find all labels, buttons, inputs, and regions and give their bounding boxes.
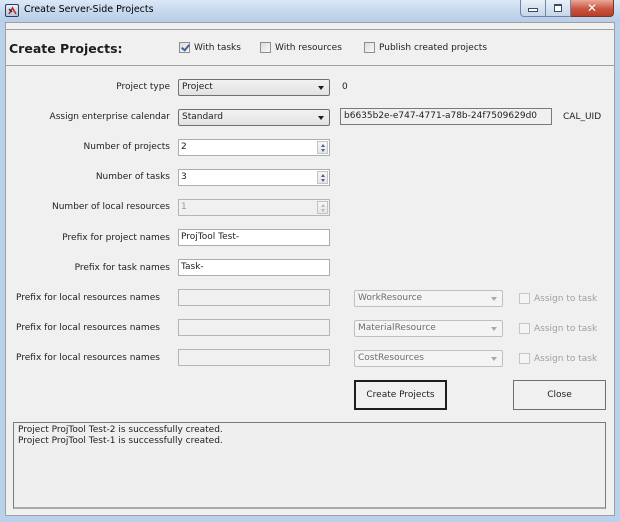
work-resource-prefix-input[interactable] (178, 289, 330, 306)
chevron-down-icon (318, 116, 324, 120)
calendar-value: Standard (182, 112, 223, 122)
close-button[interactable]: Close (513, 380, 606, 410)
resource-type-value: WorkResource (358, 293, 423, 303)
checkbox-box[interactable] (260, 42, 271, 53)
checkbox-box[interactable] (179, 42, 190, 53)
output-log[interactable]: Project ProjTool Test-2 is successfully … (13, 422, 606, 509)
cost-resource-type-select[interactable]: CostResources (354, 350, 503, 367)
cost-assign-checkbox[interactable]: Assign to task (519, 353, 597, 364)
project-prefix-input[interactable]: ProjTool Test- (178, 229, 330, 246)
chevron-down-icon (491, 357, 497, 361)
section-title: Create Projects: (9, 41, 123, 56)
num-local-resources-value: 1 (181, 202, 187, 212)
checkbox-label: Assign to task (534, 323, 598, 334)
with-tasks-checkbox[interactable]: With tasks (179, 42, 241, 53)
maximize-button[interactable] (546, 0, 571, 17)
calendar-select[interactable]: Standard (178, 109, 330, 126)
project-type-code: 0 (342, 82, 348, 92)
spin-down-icon[interactable] (321, 179, 325, 182)
app-icon[interactable] (5, 4, 19, 17)
project-type-label: Project type (116, 82, 170, 92)
resource-type-value: CostResources (358, 353, 424, 363)
publish-projects-checkbox[interactable]: Publish created projects (364, 42, 487, 53)
dialog-body: Create Projects: With tasks With resourc… (5, 22, 615, 516)
material-resource-type-select[interactable]: MaterialResource (354, 320, 503, 337)
calendar-label: Assign enterprise calendar (49, 112, 170, 122)
work-assign-checkbox[interactable]: Assign to task (519, 293, 597, 304)
resource-prefix-label: Prefix for local resources names (16, 353, 160, 363)
close-window-button[interactable]: ✕ (571, 0, 614, 17)
minimize-icon (528, 8, 538, 12)
checkbox-box[interactable] (519, 353, 530, 364)
num-projects-value: 2 (181, 142, 187, 152)
checkbox-label: Assign to task (534, 353, 598, 364)
material-assign-checkbox[interactable]: Assign to task (519, 323, 597, 334)
checkbox-box[interactable] (519, 323, 530, 334)
title-bar[interactable]: Create Server-Side Projects ✕ (0, 0, 620, 22)
with-resources-checkbox[interactable]: With resources (260, 42, 342, 53)
cost-resource-prefix-input[interactable] (178, 349, 330, 366)
material-resource-prefix-input[interactable] (178, 319, 330, 336)
minimize-button[interactable] (520, 0, 546, 17)
chevron-down-icon (491, 327, 497, 331)
task-prefix-input[interactable]: Task- (178, 259, 330, 276)
work-resource-type-select[interactable]: WorkResource (354, 290, 503, 307)
maximize-icon (554, 4, 562, 12)
spin-up-icon[interactable] (321, 204, 325, 207)
spin-up-icon[interactable] (321, 144, 325, 147)
task-prefix-label: Prefix for task names (74, 263, 170, 273)
spinner-buttons[interactable] (317, 201, 328, 214)
close-icon: ✕ (586, 1, 598, 15)
resource-prefix-label: Prefix for local resources names (16, 323, 160, 333)
options-bar: Create Projects: With tasks With resourc… (6, 30, 614, 66)
window-controls: ✕ (520, 0, 614, 17)
project-type-value: Project (182, 82, 213, 92)
checkbox-box[interactable] (364, 42, 375, 53)
spinner-buttons[interactable] (317, 141, 328, 154)
num-projects-spinner[interactable]: 2 (178, 139, 330, 156)
project-prefix-label: Prefix for project names (62, 233, 170, 243)
spinner-buttons[interactable] (317, 171, 328, 184)
window-title: Create Server-Side Projects (24, 4, 154, 15)
num-local-resources-spinner[interactable]: 1 (178, 199, 330, 216)
resource-prefix-label: Prefix for local resources names (16, 293, 160, 303)
checkbox-box[interactable] (519, 293, 530, 304)
resource-type-value: MaterialResource (358, 323, 436, 333)
log-line: Project ProjTool Test-2 is successfully … (18, 425, 223, 435)
checkbox-label: Publish created projects (379, 42, 488, 53)
num-projects-label: Number of projects (83, 142, 170, 152)
chevron-down-icon (318, 86, 324, 90)
spin-down-icon[interactable] (321, 209, 325, 212)
cal-uid-label: CAL_UID (563, 112, 602, 122)
num-tasks-value: 3 (181, 172, 187, 182)
create-projects-button[interactable]: Create Projects (354, 380, 447, 410)
num-local-resources-label: Number of local resources (52, 202, 170, 212)
checkbox-label: With resources (275, 42, 342, 53)
calendar-uid-field[interactable]: b6635b2e-e747-4771-a78b-24f7509629d0 (340, 108, 552, 125)
num-tasks-spinner[interactable]: 3 (178, 169, 330, 186)
checkbox-label: Assign to task (534, 293, 598, 304)
header-strip (6, 23, 614, 30)
chevron-down-icon (491, 297, 497, 301)
log-line: Project ProjTool Test-1 is successfully … (18, 435, 223, 446)
num-tasks-label: Number of tasks (95, 172, 170, 182)
spin-down-icon[interactable] (321, 149, 325, 152)
spin-up-icon[interactable] (321, 174, 325, 177)
project-type-select[interactable]: Project (178, 79, 330, 96)
checkbox-label: With tasks (194, 42, 241, 53)
